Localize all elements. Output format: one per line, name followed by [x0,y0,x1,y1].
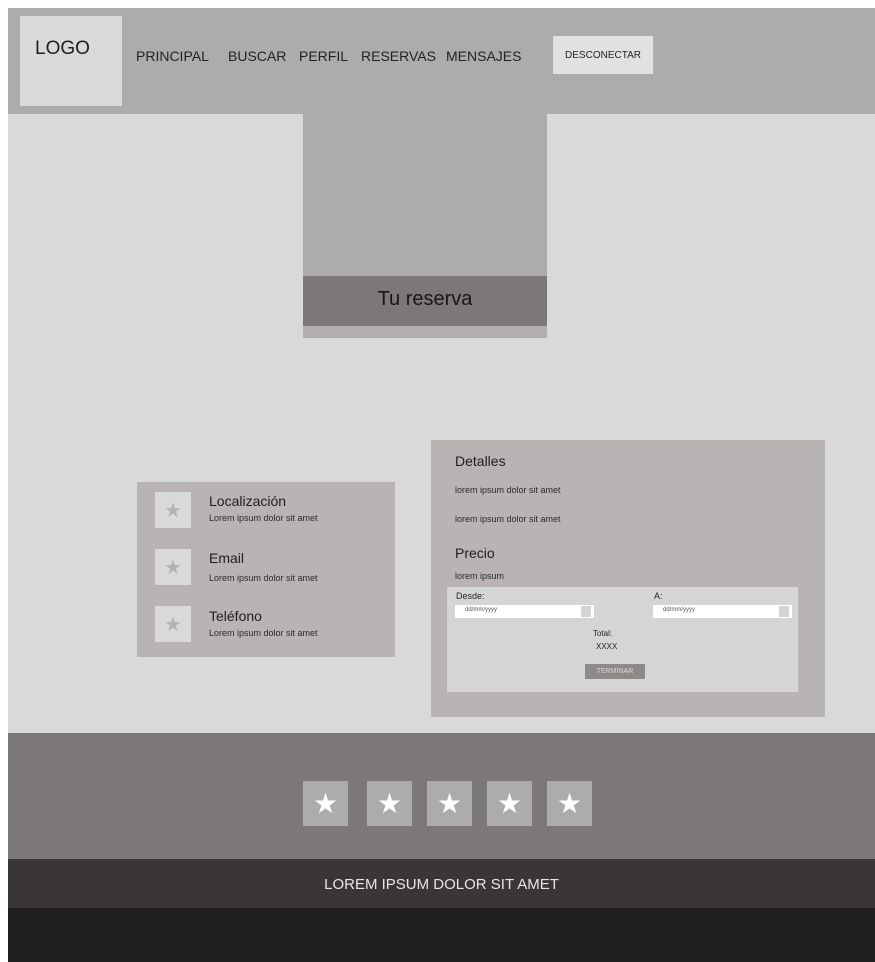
footer-bottom [8,908,875,962]
hero-banner: Tu reserva [303,114,547,338]
to-label: A: [654,591,663,601]
to-date-value: dd/mm/yyyy [663,607,696,613]
price-text: lorem ipsum [455,571,505,581]
nav-principal[interactable]: PRINCIPAL [136,48,209,64]
footer-rating-section: ★ ★ ★ ★ ★ [8,733,875,859]
to-date-input[interactable]: dd/mm/yyyy [653,605,792,618]
from-calendar-icon[interactable] [581,606,591,617]
to-calendar-icon[interactable] [779,606,789,617]
email-title: Email [209,550,245,566]
rating-star-icon[interactable]: ★ [427,781,472,826]
total-value: XXXX [596,642,618,651]
finish-button[interactable]: TERMINAR [585,664,645,679]
phone-text: Lorem ipsum dolor sit amet [209,628,318,638]
page-title: Tu reserva [377,288,473,310]
email-star-icon: ★ [155,549,191,585]
phone-star-icon: ★ [155,606,191,642]
contact-card: ★ Localización Lorem ipsum dolor sit ame… [137,482,395,657]
rating-star-icon[interactable]: ★ [547,781,592,826]
header: LOGO PRINCIPAL BUSCAR PERFIL RESERVAS ME… [8,8,875,114]
details-line-2: lorem ipsum dolor sit amet [455,514,561,524]
booking-form: Desde: A: dd/mm/yyyy dd/mm/yyyy Total: X… [447,587,798,692]
nav-reservas[interactable]: RESERVAS [361,48,436,64]
location-star-icon: ★ [155,492,191,528]
total-label: Total: [593,629,613,638]
logo[interactable]: LOGO [20,16,122,106]
nav-buscar[interactable]: BUSCAR [228,48,286,64]
email-text: Lorem ipsum dolor sit amet [209,573,318,583]
location-title: Localización [209,493,287,509]
details-card: Detalles lorem ipsum dolor sit amet lore… [431,440,825,717]
rating-star-icon[interactable]: ★ [303,781,348,826]
from-date-value: dd/mm/yyyy [465,607,498,613]
rating-star-icon[interactable]: ★ [367,781,412,826]
from-label: Desde: [456,591,485,601]
from-date-input[interactable]: dd/mm/yyyy [455,605,594,618]
footer-bar: LOREM IPSUM DOLOR SIT AMET [8,859,875,908]
footer-text: LOREM IPSUM DOLOR SIT AMET [324,876,559,893]
details-heading: Detalles [455,453,506,469]
nav-mensajes[interactable]: MENSAJES [446,48,521,64]
phone-title: Teléfono [209,608,262,624]
logo-text: LOGO [35,38,90,59]
price-heading: Precio [455,545,495,561]
rating-star-icon[interactable]: ★ [487,781,532,826]
details-line-1: lorem ipsum dolor sit amet [455,485,561,495]
location-text: Lorem ipsum dolor sit amet [209,513,318,523]
hero-strip [303,326,547,338]
nav-perfil[interactable]: PERFIL [299,48,348,64]
page-frame: LOGO PRINCIPAL BUSCAR PERFIL RESERVAS ME… [8,8,875,962]
logout-button[interactable]: DESCONECTAR [553,36,653,74]
